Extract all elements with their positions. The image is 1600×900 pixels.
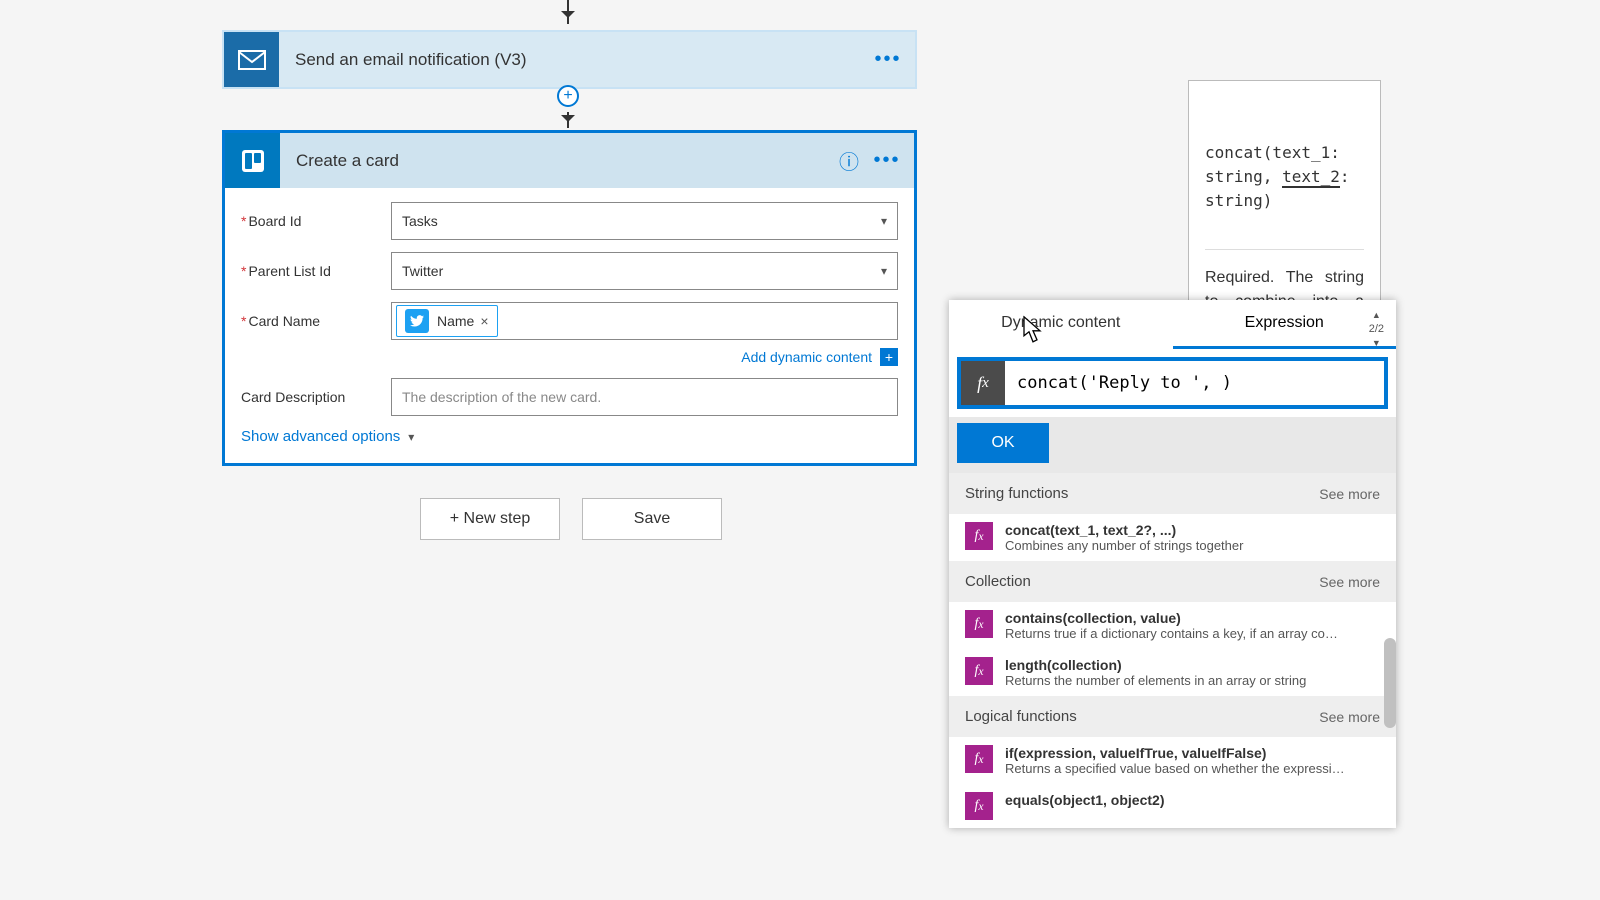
fx-icon: fx [965, 610, 993, 638]
function-item[interactable]: fxlength(collection)Returns the number o… [949, 649, 1396, 696]
step-title: Send an email notification (V3) [279, 50, 865, 70]
fx-icon: fx [965, 522, 993, 550]
step-create-card: Create a card ⓘ ••• *Board Id Tasks ▾ *P… [222, 130, 917, 466]
chevron-down-icon: ▾ [881, 264, 887, 278]
label-card-description: Card Description [241, 389, 391, 405]
label-parent-list: *Parent List Id [241, 263, 391, 279]
twitter-icon [405, 309, 429, 333]
fx-icon: fx [961, 361, 1005, 405]
step-title: Create a card [280, 151, 826, 171]
function-category: Logical functionsSee more [949, 696, 1396, 737]
ok-button[interactable]: OK [957, 423, 1049, 463]
fx-icon: fx [965, 745, 993, 773]
dynamic-token-name[interactable]: Name × [396, 305, 498, 337]
tab-expression[interactable]: Expression [1173, 300, 1397, 349]
input-card-description[interactable]: The description of the new card. [391, 378, 898, 416]
more-menu-icon[interactable]: ••• [873, 45, 903, 75]
fx-icon: fx [965, 792, 993, 820]
show-advanced-toggle[interactable]: Show advanced options ▾ [241, 428, 898, 445]
add-connector-button[interactable]: + [557, 85, 579, 107]
function-item[interactable]: fxequals(object1, object2) [949, 784, 1396, 828]
tab-dynamic-content[interactable]: Dynamic content [949, 300, 1173, 349]
save-button[interactable]: Save [582, 498, 722, 540]
expression-input[interactable] [1005, 373, 1384, 393]
chevron-down-icon: ▾ [881, 214, 887, 228]
chevron-down-icon: ▾ [408, 430, 414, 444]
select-board-id[interactable]: Tasks ▾ [391, 202, 898, 240]
function-category: CollectionSee more [949, 561, 1396, 602]
function-item[interactable]: fxcontains(collection, value)Returns tru… [949, 602, 1396, 649]
flow-arrow [567, 112, 569, 128]
select-parent-list[interactable]: Twitter ▾ [391, 252, 898, 290]
function-item[interactable]: fxif(expression, valueIfTrue, valueIfFal… [949, 737, 1396, 784]
chevron-down-icon: ▼ [1372, 338, 1381, 348]
add-dynamic-content-link[interactable]: Add dynamic content + [241, 348, 898, 366]
function-item[interactable]: fxconcat(text_1, text_2?, ...)Combines a… [949, 514, 1396, 561]
scrollbar[interactable] [1384, 638, 1396, 728]
label-board-id: *Board Id [241, 213, 391, 229]
trello-icon [225, 133, 280, 188]
pager[interactable]: ▲ 2/2 ▼ [1369, 310, 1384, 348]
input-card-name[interactable]: Name × [391, 302, 898, 340]
info-icon[interactable]: ⓘ [834, 146, 864, 176]
see-more-link[interactable]: See more [1319, 574, 1380, 590]
step-header[interactable]: Create a card ⓘ ••• [225, 133, 914, 188]
see-more-link[interactable]: See more [1319, 486, 1380, 502]
fx-icon: fx [965, 657, 993, 685]
remove-token-icon[interactable]: × [480, 313, 488, 329]
plus-icon: + [880, 348, 898, 366]
more-menu-icon[interactable]: ••• [872, 146, 902, 176]
label-card-name: *Card Name [241, 313, 391, 329]
step-send-email[interactable]: Send an email notification (V3) ••• [222, 30, 917, 89]
mail-icon [224, 32, 279, 87]
flow-arrow [567, 0, 569, 24]
chevron-up-icon: ▲ [1372, 310, 1381, 320]
function-category: String functionsSee more [949, 473, 1396, 514]
expression-picker-panel: Dynamic content Expression ▲ 2/2 ▼ fx OK… [949, 300, 1396, 828]
see-more-link[interactable]: See more [1319, 709, 1380, 725]
new-step-button[interactable]: + New step [420, 498, 560, 540]
